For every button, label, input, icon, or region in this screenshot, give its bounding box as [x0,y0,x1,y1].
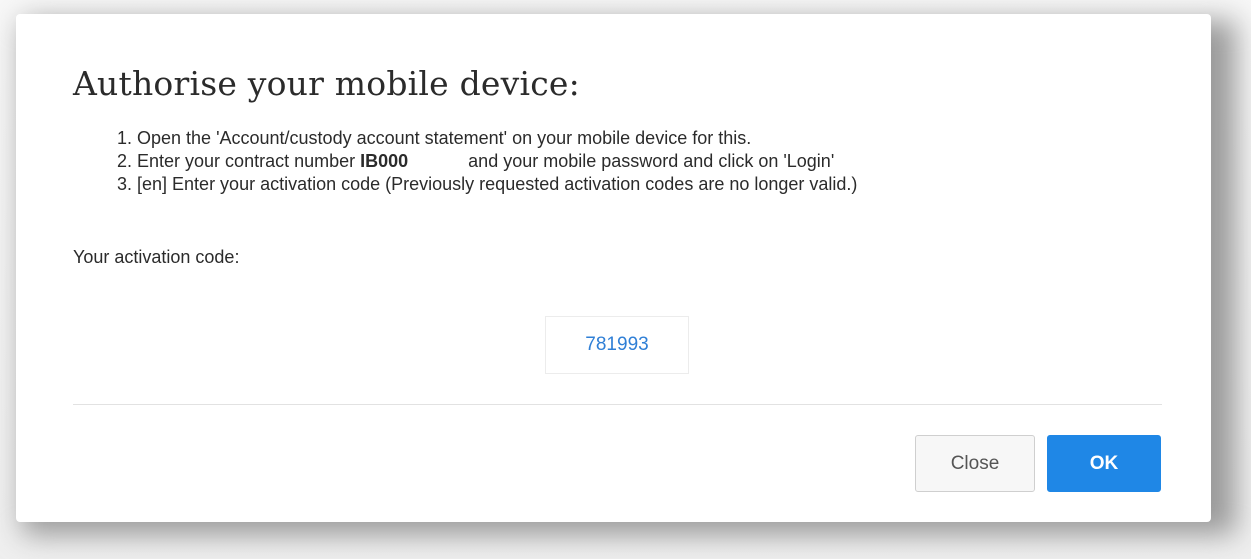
activation-code-box: 781993 [545,316,689,374]
ok-button[interactable]: OK [1047,435,1161,492]
step-2: 2. Enter your contract number IB000 and y… [117,150,857,173]
step-3: 3. [en] Enter your activation code (Prev… [117,174,858,194]
instruction-steps: 1. Open the 'Account/custody account sta… [117,127,857,196]
close-button[interactable]: Close [915,435,1035,492]
contract-number: IB000 [360,151,409,171]
dialog-title: Authorise your mobile device: [73,64,580,103]
authorise-dialog: Authorise your mobile device: 1. Open th… [16,14,1211,522]
footer-divider [73,404,1162,405]
activation-code-label: Your activation code: [73,247,240,267]
step-1: 1. Open the 'Account/custody account sta… [117,128,752,148]
step-2-prefix: 2. Enter your contract number [117,151,361,171]
activation-code-value: 781993 [585,334,649,355]
step-2-suffix: and your mobile password and click on 'L… [468,151,835,171]
